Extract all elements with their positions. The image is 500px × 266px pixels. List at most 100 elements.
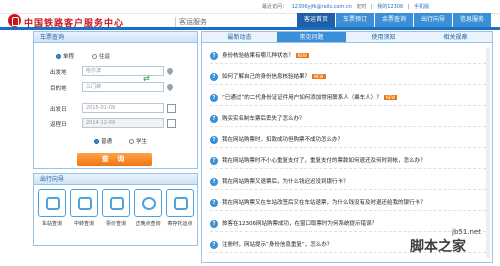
guide-item-delay[interactable]: 正晚点查询: [132, 189, 164, 227]
question-icon: ?: [210, 51, 218, 60]
recent-label: 最近访问：: [262, 4, 288, 10]
faq-question-text[interactable]: 购买实名制车票后丢失了怎么办？: [222, 116, 305, 122]
site-subtitle: 客运服务: [179, 18, 207, 26]
guide-item-luggage[interactable]: 寄存托运点: [164, 189, 196, 227]
question-icon: ?: [210, 114, 218, 123]
swap-stations-icon[interactable]: ⇄: [143, 74, 150, 83]
search-button[interactable]: 查 询: [77, 153, 152, 166]
tab-latest-news[interactable]: 最新动态: [205, 32, 274, 42]
faq-question-row[interactable]: ? 我在网站购票又退票后，为什么钱迟迟没到银行卡？: [210, 174, 486, 190]
faq-tabs: 最新动态 常见问题 使用须知 相关规章: [202, 32, 492, 43]
to-input[interactable]: 三门峡: [82, 82, 164, 92]
round-trip-label: 往返: [99, 54, 111, 60]
station-icon[interactable]: [38, 189, 66, 217]
question-icon: ?: [210, 135, 218, 144]
question-icon: ?: [210, 72, 218, 81]
faq-panel: 最新动态 常见问题 使用须知 相关规章 ? 身份核验结果有哪几种状态？ NEW? 如何…: [201, 31, 493, 263]
ticket-panel-title: 车票查询: [34, 32, 197, 43]
separator: |: [371, 4, 373, 10]
tab-instructions[interactable]: 使用须知: [349, 32, 418, 42]
depart-date-input[interactable]: 2015-01-09: [82, 103, 164, 113]
transfer-icon[interactable]: [70, 189, 98, 217]
my-12306-link[interactable]: 我的12306: [377, 4, 403, 10]
faq-question-text[interactable]: “已通过”的二代身份证证件用户如何添加常用联系人（乘车人）？: [222, 95, 382, 101]
question-icon: ?: [210, 240, 218, 249]
return-date-input[interactable]: 2014-12-09: [82, 118, 164, 128]
watermark-url: jb51.net: [452, 228, 482, 236]
nav-home[interactable]: 客运首页: [297, 13, 335, 27]
faq-question-text[interactable]: 注册时，网站提示“身份信息重复”，怎么办？: [222, 242, 332, 248]
guide-panel-title: 出行向导: [34, 174, 197, 185]
guide-item-label: 正晚点查询: [135, 221, 161, 227]
faq-question-row[interactable]: ? 我在网站购票又在车站改签后又在车站退票，为什么钱没有及时退还给我的银行卡？: [210, 195, 486, 211]
clock-icon[interactable]: [134, 189, 162, 217]
one-way-option[interactable]: 单程: [56, 52, 74, 60]
header-divider: [0, 27, 500, 30]
tab-regulations[interactable]: 相关规章: [421, 32, 490, 42]
question-icon: ?: [210, 219, 218, 228]
guide-item-label: 中转查询: [73, 221, 94, 227]
railway-logo-icon[interactable]: [8, 14, 21, 27]
question-icon: ?: [210, 177, 218, 186]
faq-question-text[interactable]: 我在网站购票又退票后，为什么钱迟迟没到银行卡？: [222, 179, 349, 185]
depart-label: 出发日: [50, 107, 67, 113]
top-bar: 最近访问： 12306yjfk@rails.com.cn 定时 | 我的1230…: [0, 0, 500, 14]
radio-selected-icon[interactable]: [56, 54, 61, 59]
faq-question-text[interactable]: 如何了解自己的身份信息核验结果？: [222, 74, 310, 80]
faq-question-row[interactable]: ? 如何了解自己的身份信息核验结果？ NEW: [210, 69, 486, 85]
faq-question-text[interactable]: 身份核验结果有哪几种状态？: [222, 53, 294, 59]
faq-question-row[interactable]: ? 购买实名制车票后丢失了怎么办？: [210, 111, 486, 127]
luggage-icon[interactable]: [166, 189, 194, 217]
return-calendar-icon[interactable]: [167, 119, 176, 128]
round-trip-option[interactable]: 往返: [92, 52, 110, 60]
depart-calendar-icon[interactable]: [167, 104, 176, 113]
mobile-link[interactable]: 手机版: [414, 4, 429, 10]
faq-question-row[interactable]: ? “已通过”的二代身份证证件用户如何添加常用联系人（乘车人）？ NEW: [210, 90, 486, 106]
nav-remaining-tickets[interactable]: 余票查询: [375, 13, 413, 27]
guide-item-transfer[interactable]: 中转查询: [68, 189, 100, 227]
nav-info-service[interactable]: 信息服务: [453, 13, 491, 27]
faq-question-text[interactable]: 我在网站购票时，扣款成功但购票不成功怎么办？: [222, 137, 343, 143]
new-badge: NEW: [312, 74, 326, 79]
radio-selected-icon[interactable]: [94, 139, 99, 144]
faq-question-text[interactable]: 我在网站购票时不小心重复支付了，重复支付的票款如何退还及何时到帐，怎么办？: [222, 158, 426, 164]
from-input[interactable]: 哈尔滨: [82, 66, 164, 76]
student-ticket-option[interactable]: 学生: [129, 137, 147, 145]
main-nav: 客运首页 车票预订 余票查询 出行向导 信息服务: [297, 13, 492, 27]
question-icon: ?: [210, 156, 218, 165]
guide-item-label: 寄存托运点: [167, 221, 193, 227]
guide-items: 车站查询 中转查询 票价查询 正晚点查询 寄存托运点: [36, 189, 196, 227]
nav-travel-guide[interactable]: 出行向导: [414, 13, 452, 27]
faq-question-row[interactable]: ? 旅客在12306网站购票成功，在窗口取票时为何系统提示错误？: [210, 216, 486, 232]
faq-question-row[interactable]: ? 我在网站购票时，扣款成功但购票不成功怎么办？: [210, 132, 486, 148]
guide-item-label: 票价查询: [105, 221, 126, 227]
faq-question-text[interactable]: 旅客在12306网站购票成功，在窗口取票时为何系统提示错误？: [222, 221, 377, 227]
guide-item-label: 车站查询: [41, 221, 62, 227]
timer-label: 定时: [356, 4, 367, 10]
recent-email-link[interactable]: 12306yjfk@rails.com.cn: [292, 4, 352, 10]
separator: |: [407, 4, 410, 10]
from-location-icon[interactable]: [165, 66, 176, 77]
normal-ticket-option[interactable]: 普通: [94, 137, 112, 145]
radio-icon[interactable]: [92, 54, 97, 59]
tab-faq[interactable]: 常见问题: [277, 32, 346, 42]
faq-question-text[interactable]: 我在网站购票又在车站改签后又在车站退票，为什么钱没有及时退还给我的银行卡？: [222, 200, 426, 206]
from-label: 出发地: [50, 70, 67, 76]
nav-booking[interactable]: 车票预订: [336, 13, 374, 27]
travel-guide-panel: 出行向导 车站查询 中转查询 票价查询 正晚点查询 寄存托运点: [33, 173, 198, 246]
guide-item-fare[interactable]: 票价查询: [100, 189, 132, 227]
guide-item-station[interactable]: 车站查询: [36, 189, 68, 227]
to-location-icon[interactable]: [165, 82, 176, 93]
radio-icon[interactable]: [129, 139, 134, 144]
one-way-label: 单程: [63, 54, 75, 60]
faq-question-row[interactable]: ? 我在网站购票时不小心重复支付了，重复支付的票款如何退还及何时到帐，怎么办？: [210, 153, 486, 169]
fare-icon[interactable]: [102, 189, 130, 217]
question-icon: ?: [210, 198, 218, 207]
watermark-text: 脚本之家: [410, 239, 466, 255]
faq-question-row[interactable]: ? 身份核验结果有哪几种状态？ NEW: [210, 48, 486, 64]
to-label: 目的地: [50, 86, 67, 92]
scrollbar[interactable]: [486, 48, 490, 258]
question-icon: ?: [210, 93, 218, 102]
title-divider: [175, 17, 176, 27]
student-ticket-label: 学生: [136, 139, 148, 145]
